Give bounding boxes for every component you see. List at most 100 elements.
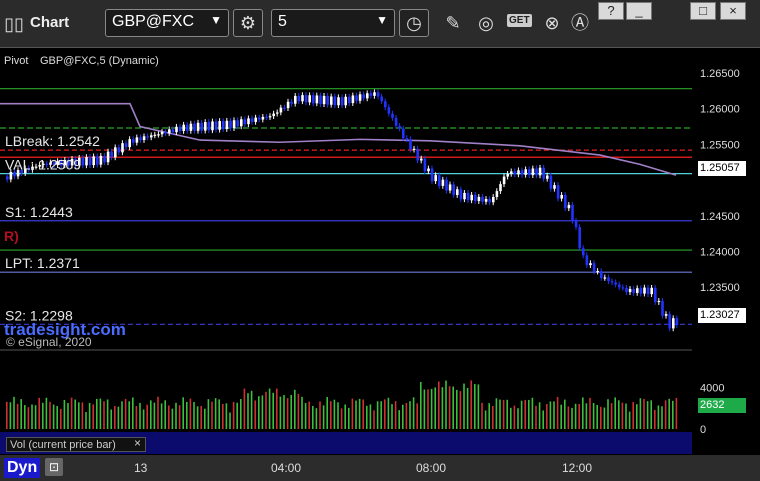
volume-bar [139, 402, 141, 429]
symbol-selector[interactable]: GBP@FXC ▼ [105, 9, 229, 37]
candle-body [427, 168, 430, 172]
help-button[interactable]: ? [598, 2, 624, 20]
volume-bar [121, 401, 123, 429]
volume-bar [538, 402, 541, 429]
candle-body [171, 129, 175, 133]
candle-body [448, 184, 452, 191]
alert-icon[interactable]: Ⓐ [568, 11, 592, 35]
volume-bar [250, 390, 253, 429]
candle-body [463, 192, 466, 200]
candle-body [153, 134, 157, 136]
candle-body [452, 184, 455, 195]
volume-bar [117, 406, 120, 429]
close-icon[interactable]: × [134, 436, 141, 450]
volume-bar [366, 405, 368, 429]
last-price-tag: 1.23027 [698, 308, 746, 323]
candle-body [441, 179, 445, 186]
volume-bar [60, 408, 62, 429]
candle-body [524, 169, 527, 175]
maximize-button[interactable]: □ [690, 2, 716, 20]
candle-body [117, 147, 121, 153]
volume-bar [146, 404, 148, 429]
candle-body [646, 287, 650, 295]
candle-body [528, 169, 531, 176]
volume-bar [646, 401, 649, 429]
candle-body [222, 121, 225, 130]
candle-body [589, 263, 592, 266]
volume-bar [326, 397, 328, 429]
candle-body [150, 135, 153, 138]
volume-bar [236, 402, 238, 429]
volume-bar [13, 396, 15, 429]
candle-body [312, 95, 315, 104]
candle-body [632, 288, 635, 293]
volume-bar [441, 387, 444, 429]
lock-icon[interactable]: ⊡ [45, 458, 63, 476]
volume-bar [114, 406, 116, 429]
candle-body [6, 176, 9, 180]
candle-body [358, 94, 362, 101]
candle-body [204, 122, 207, 131]
study-icon[interactable]: ◎ [474, 11, 498, 35]
dynamic-label[interactable]: Dyn [4, 458, 41, 478]
volume-bar [88, 402, 91, 429]
price-chart[interactable]: LBreak: 1.2542 VAL: 1.2509 S1: 1.2443 LPT: … [0, 48, 760, 455]
volume-bar [348, 407, 350, 429]
volume-bar [283, 395, 285, 429]
candle-body [369, 93, 373, 96]
close-button[interactable]: × [720, 2, 746, 20]
volume-bar [330, 401, 332, 429]
candle-body [535, 168, 538, 176]
candle-body [160, 132, 164, 135]
volume-bar [369, 404, 372, 429]
resistance-marker: R) [4, 228, 19, 244]
candle-body [675, 318, 679, 326]
candle-body [114, 147, 117, 158]
volume-bar [128, 401, 130, 429]
candle-body [272, 113, 275, 117]
candle-body [297, 95, 301, 102]
close-circle-icon[interactable]: ⊗ [540, 11, 564, 35]
candle-body [9, 171, 13, 180]
interval-selector[interactable]: 5 ▼ [271, 9, 395, 37]
volume-bar [412, 397, 415, 429]
volume-bar [261, 395, 264, 429]
candle-body [322, 95, 326, 105]
volume-bar [92, 404, 94, 429]
candle-body [250, 118, 254, 122]
get-button[interactable]: GET [507, 14, 532, 27]
candle-body [333, 96, 337, 106]
settings-button[interactable]: ⚙ [233, 9, 263, 37]
time-tick: 08:00 [416, 461, 447, 475]
candle-body [499, 184, 502, 192]
volume-bar [618, 400, 620, 429]
volume-bar [513, 405, 516, 429]
volume-bar [337, 402, 339, 429]
volume-bar [200, 405, 202, 429]
time-button[interactable]: ◷ [399, 9, 429, 37]
candle-body [668, 314, 671, 329]
candle-body [362, 94, 365, 99]
minimize-button[interactable]: _ [626, 2, 652, 20]
volume-bar [639, 398, 642, 429]
volume-bar [272, 392, 274, 429]
candle-body [229, 120, 232, 129]
volume-bar [24, 405, 26, 429]
symbol-value: GBP@FXC [112, 13, 195, 30]
candle-body [265, 116, 268, 119]
candle-body [236, 120, 239, 127]
candle-body [546, 175, 549, 179]
pencil-icon[interactable]: ✎ [441, 11, 465, 35]
volume-bar [578, 403, 580, 429]
candle-body [495, 191, 499, 197]
volume-bar [42, 402, 44, 429]
candle-body [142, 136, 146, 141]
volume-bar [276, 388, 278, 429]
volume-bar [452, 386, 454, 429]
candle-body [405, 138, 409, 140]
volume-bar [502, 399, 505, 429]
volume-bar [668, 398, 670, 429]
chevron-down-icon: ▼ [376, 13, 388, 27]
candle-body [168, 129, 171, 134]
candle-body [240, 119, 243, 127]
